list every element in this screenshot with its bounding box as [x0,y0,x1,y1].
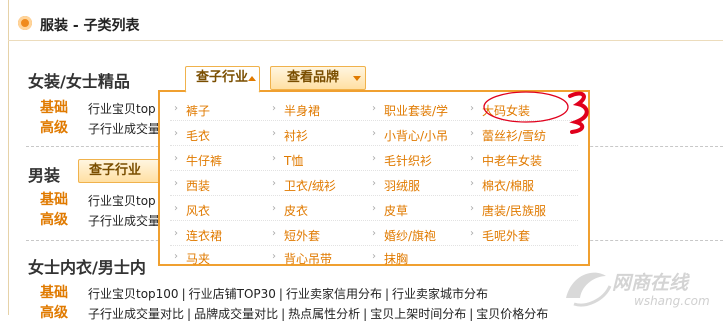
dropdown-item[interactable]: › 裤子 [174,102,210,119]
row-rule [170,170,578,171]
watermark-text-en: wshang.com [634,294,710,308]
dropdown-item[interactable]: › 抹胸 [372,250,408,267]
highlight-circle [483,91,569,123]
dropdown-item[interactable]: › 卫衣/绒衫 [272,177,336,194]
row-rule [170,245,578,246]
caret-down-icon [353,76,361,81]
header-bar: 服装 - 子类列表 [8,8,723,41]
link-item-price[interactable]: 宝贝价格分布 [476,307,548,321]
section-title-underwear: 女士内衣/男士内 [28,258,146,277]
annotation-squiggle [568,91,589,134]
link-item-listing-time[interactable]: 宝贝上架时间分布 [370,307,466,321]
link-item-credit[interactable]: 行业卖家信用分布 [286,287,382,301]
industry-button-label: 查子行业 [89,163,142,178]
dropdown-item[interactable]: › 皮衣 [272,202,308,219]
dropdown-item[interactable]: › 连衣裙 [174,227,222,244]
dropdown-item[interactable]: › 短外套 [272,227,320,244]
watermark-logo: 网商在线 wshang.com [560,264,720,314]
page-title: 服装 - 子类列表 [40,18,140,34]
advanced-links-underwear: 子行业成交量对比 | 品牌成交量对比 | 热点属性分析 | 宝贝上架时间分布 | 宝贝价格分布 [88,307,549,321]
dropdown-item[interactable]: › 牛仔裤 [174,152,222,169]
dropdown-item[interactable]: › 背心吊带 [272,250,332,267]
industry-button-label: 查子行业 [196,70,249,85]
dropdown-item[interactable]: › 皮草 [372,202,408,219]
advanced-label: 高级 [40,212,68,228]
highlight-annotation [483,91,589,134]
dropdown-item[interactable]: › 毛呢外套 [470,227,530,244]
advanced-label: 高级 [40,305,68,321]
dropdown-item[interactable]: › 半身裙 [272,102,320,119]
caret-up-icon [248,76,256,81]
dropdown-item[interactable]: › 小背心/小吊 [372,127,448,144]
bullet-icon [18,16,32,30]
dropdown-item[interactable]: › 婚纱/旗袍 [372,227,436,244]
row-rule [170,145,578,146]
dropdown-item[interactable]: › 西装 [174,177,210,194]
dropdown-item[interactable]: › 职业套装/学 [372,102,448,119]
link-item-volume[interactable]: 子行业成交量对比 [88,307,184,321]
basic-label: 基础 [40,100,68,116]
brand-button-womens[interactable]: 查看品牌 [270,66,366,90]
link-item-shop-top30[interactable]: 行业店铺TOP30 [189,287,276,301]
basic-links-underwear: 行业宝贝top100 | 行业店铺TOP30 | 行业卖家信用分布 | 行业卖家城市分布 [88,287,489,301]
dropdown-item[interactable]: › 风衣 [174,202,210,219]
dropdown-item[interactable]: › 马夹 [174,250,210,267]
row-rule [170,220,578,221]
section-title-womens: 女装/女士精品 [28,72,130,91]
dropdown-item[interactable]: › T恤 [272,152,303,169]
advanced-links-womens[interactable]: 子行业成交量 [88,120,160,137]
link-item-brand-volume[interactable]: 品牌成交量对比 [194,307,278,321]
industry-button-mens[interactable]: 查子行业 [78,159,168,183]
advanced-label: 高级 [40,120,68,136]
link-item-city[interactable]: 行业卖家城市分布 [392,287,488,301]
industry-button-womens[interactable]: 查子行业 [185,66,260,93]
dropdown-item[interactable]: › 羽绒服 [372,177,420,194]
advanced-links-mens[interactable]: 子行业成交量 [88,212,160,229]
subindustry-dropdown: › 裤子 › 半身裙 › 职业套装/学 › 大码女装 › 毛衣 › 衬衫 › 小背心/小吊 ›… [158,90,590,266]
link-item-hot-attr[interactable]: 热点属性分析 [288,307,360,321]
basic-label: 基础 [40,285,68,301]
basic-links-womens[interactable]: 行业宝贝top [88,100,156,117]
dropdown-item[interactable]: › 衬衫 [272,127,308,144]
row-rule [170,195,578,196]
dropdown-item[interactable]: › 棉衣/棉服 [470,177,534,194]
dropdown-item[interactable]: › 中老年女装 [470,152,542,169]
watermark-text-cn: 网商在线 [612,272,689,294]
brand-button-label: 查看品牌 [287,70,340,85]
dropdown-item[interactable]: › 毛衣 [174,127,210,144]
dropdown-item[interactable]: › 唐装/民族服 [470,202,546,219]
link-item-top100[interactable]: 行业宝贝top100 [88,287,179,301]
section-title-mens: 男装 [28,166,61,185]
basic-label: 基础 [40,192,68,208]
dropdown-item[interactable]: › 毛针织衫 [372,152,432,169]
basic-links-mens[interactable]: 行业宝贝top [88,192,156,209]
